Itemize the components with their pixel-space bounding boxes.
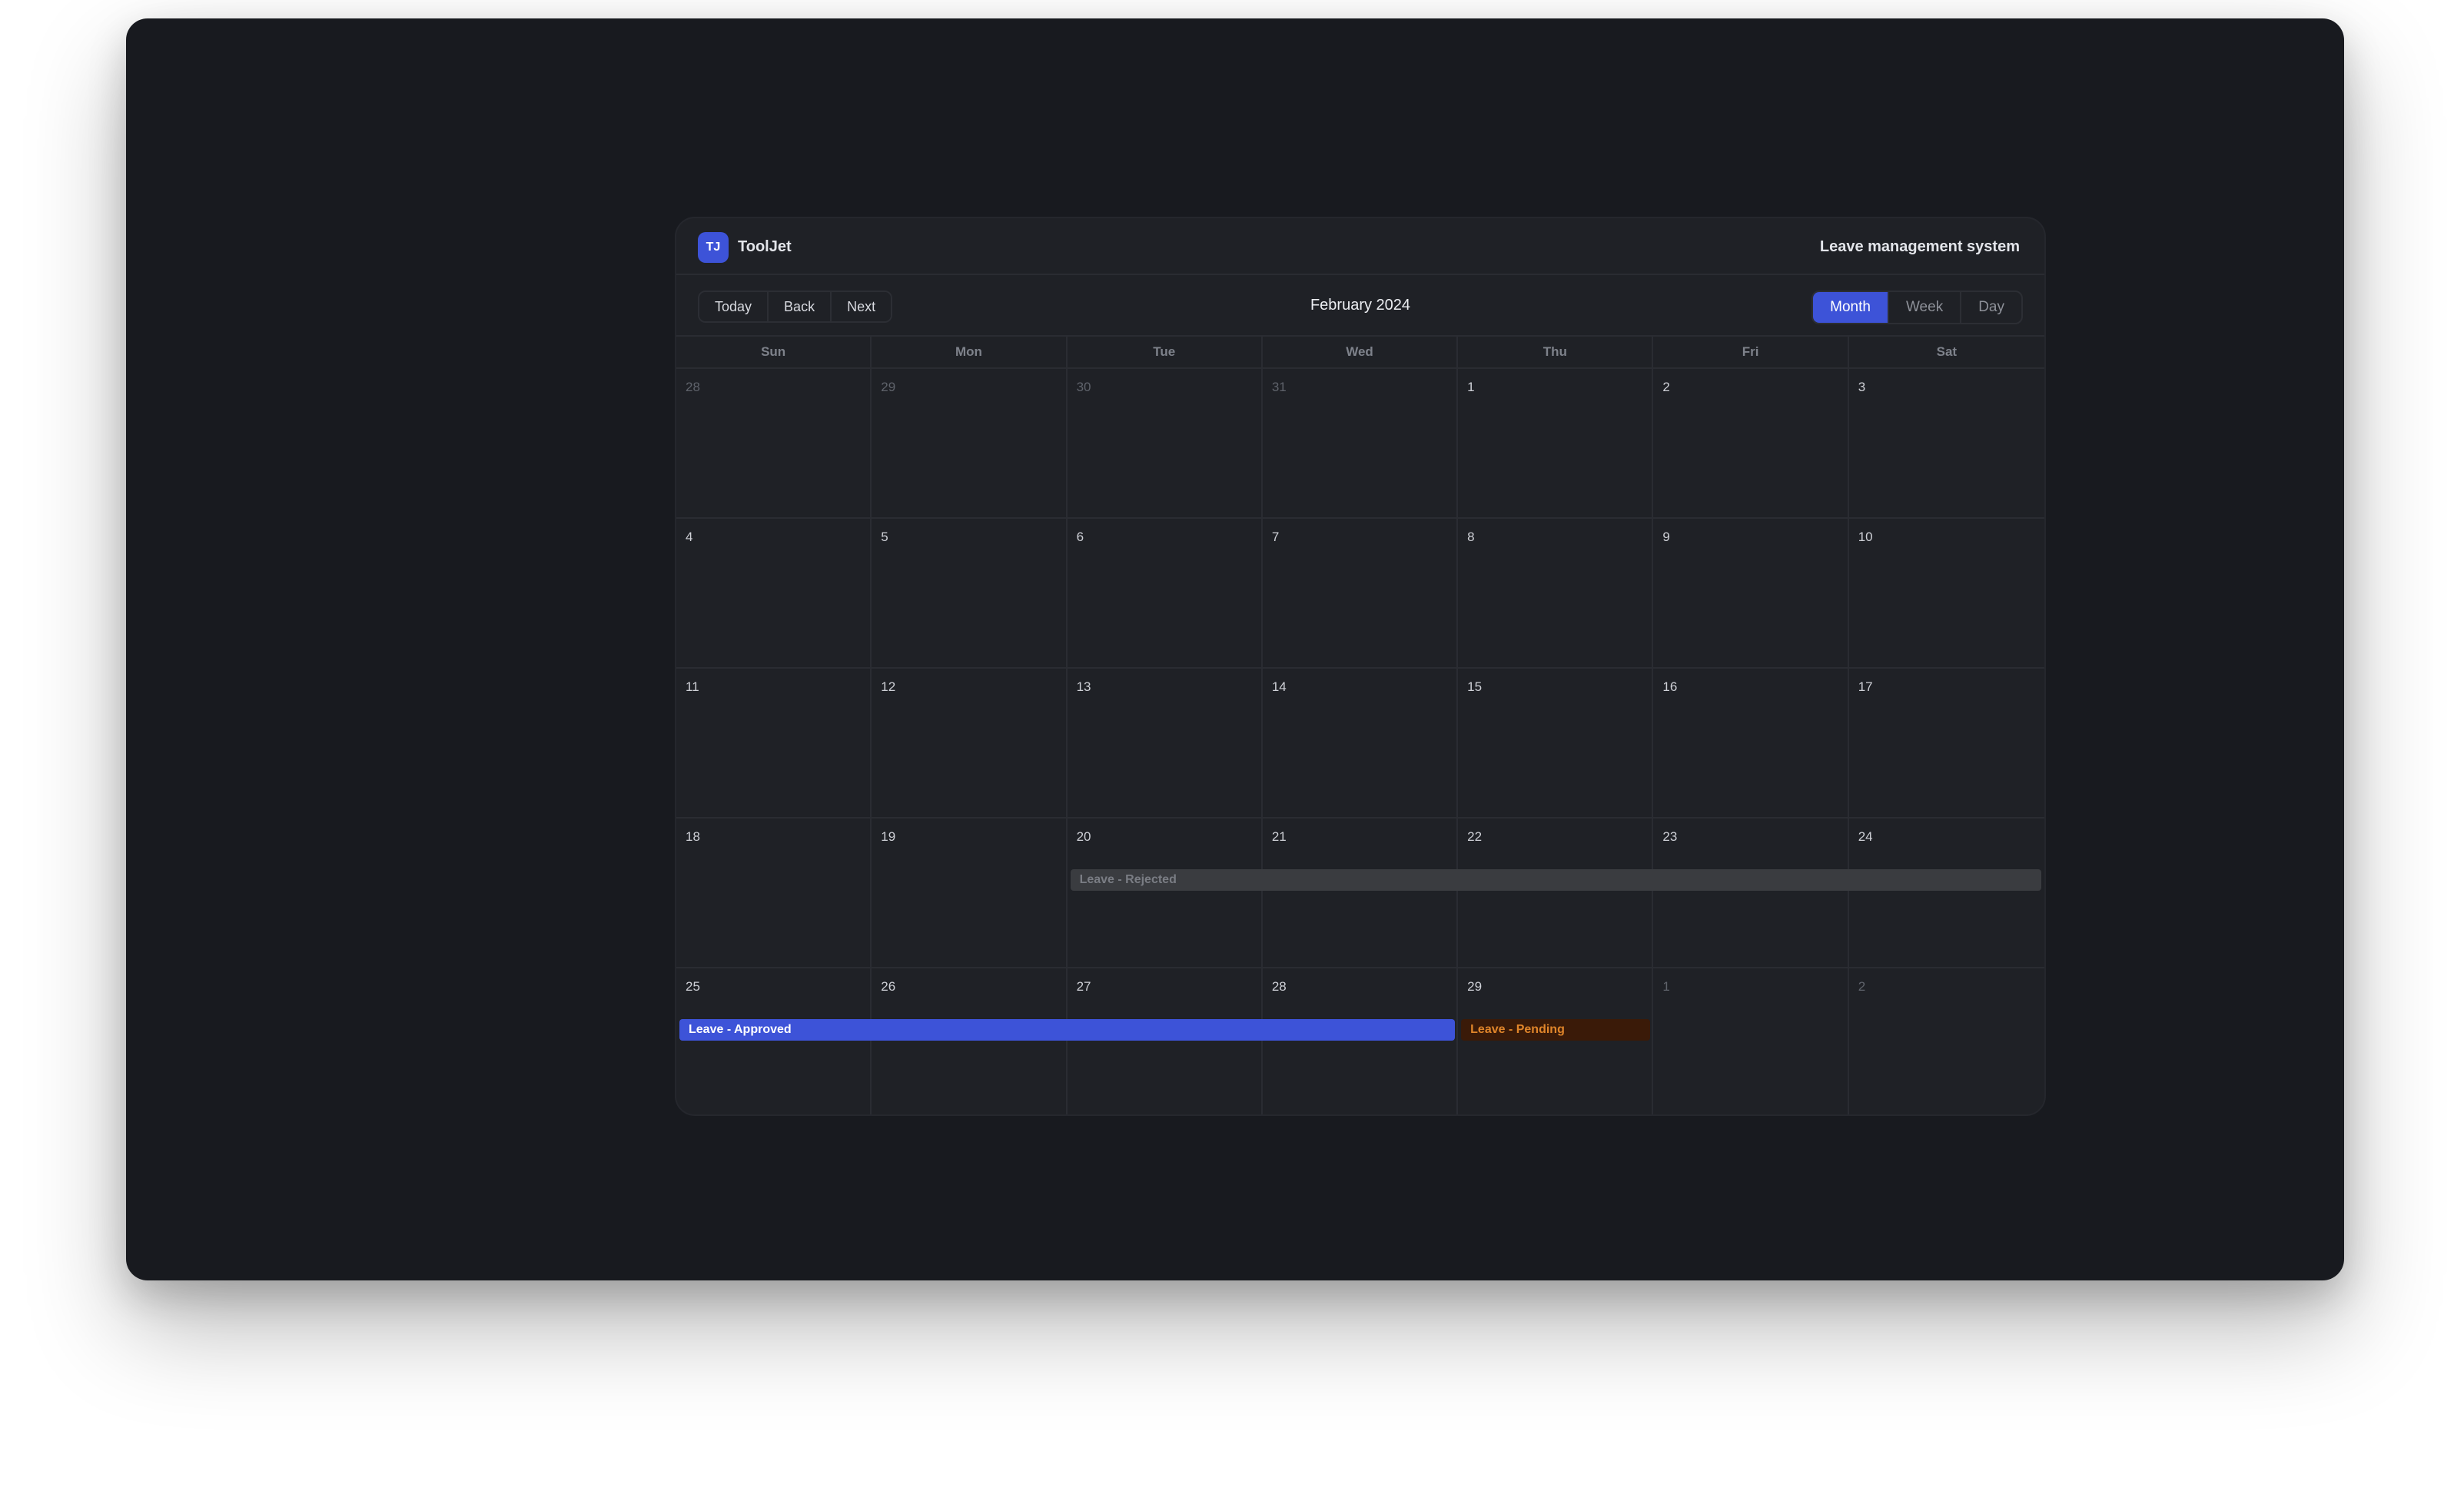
day-cell[interactable]: 13 [1068, 669, 1263, 817]
weekday-header-tue: Tue [1068, 337, 1263, 367]
day-number: 30 [1076, 380, 1091, 394]
day-number: 5 [881, 530, 888, 544]
day-number: 28 [1271, 979, 1287, 994]
day-cell[interactable]: 21 [1263, 819, 1459, 967]
day-number: 1 [1662, 979, 1670, 994]
page-title: Leave management system [1819, 238, 2020, 255]
day-cell[interactable]: 26 [872, 968, 1068, 1114]
day-number: 3 [1858, 380, 1866, 394]
day-number: 24 [1858, 829, 1873, 844]
weekday-header-sat: Sat [1936, 344, 1958, 359]
day-number: 20 [1076, 829, 1091, 844]
day-cell[interactable]: 15 [1458, 669, 1654, 817]
day-cell[interactable]: 29 [872, 369, 1068, 517]
weekday-header-sun: Sun [676, 337, 872, 367]
weekday-header-fri: Fri [1653, 337, 1849, 367]
day-cell[interactable]: 12 [872, 669, 1068, 817]
day-cell[interactable]: 11 [676, 669, 872, 817]
week-row: 25 26 27 28 29 1 2 [676, 968, 2044, 1114]
weekday-header-wed: Wed [1263, 337, 1459, 367]
weekday-header-thu: Thu [1458, 337, 1654, 367]
tooljet-logo-icon: TJ [698, 232, 729, 263]
day-number: 21 [1271, 829, 1287, 844]
day-cell[interactable]: 7 [1263, 519, 1459, 667]
day-cell[interactable]: 2 [1653, 369, 1849, 517]
day-number: 2 [1662, 380, 1670, 394]
week-row: 28 29 30 31 1 2 3 [676, 369, 2044, 519]
day-number: 2 [1858, 979, 1866, 994]
day-cell[interactable]: 16 [1653, 669, 1849, 817]
day-number: 11 [686, 679, 699, 694]
day-cell[interactable]: 14 [1263, 669, 1459, 817]
day-cell[interactable]: 17 [1849, 669, 2044, 817]
day-number: 19 [881, 829, 896, 844]
day-cell[interactable]: 10 [1849, 519, 2044, 667]
day-number: 9 [1662, 530, 1670, 544]
day-number: 28 [686, 380, 700, 394]
day-cell[interactable]: 29 [1458, 968, 1654, 1114]
day-number: 6 [1076, 530, 1084, 544]
event-leave-rejected[interactable]: Leave - Rejected [1070, 869, 2041, 891]
day-cell[interactable]: 19 [872, 819, 1068, 967]
day-number: 22 [1467, 829, 1483, 844]
day-cell[interactable]: 3 [1849, 369, 2044, 517]
day-number: 8 [1467, 530, 1475, 544]
brand-name: ToolJet [738, 238, 792, 255]
day-cell[interactable]: 1 [1458, 369, 1654, 517]
day-cell[interactable]: 28 [1263, 968, 1459, 1114]
day-cell[interactable]: 28 [676, 369, 872, 517]
calendar-toolbar: Today Back Next February 2024 Month Week… [676, 275, 2044, 335]
day-number: 12 [881, 679, 896, 694]
day-cell[interactable]: 24 [1849, 819, 2044, 967]
weeks-container: 28 29 30 31 1 2 3 4 5 6 7 8 9 10 11 12 13 14 15 16 17 18 19 20 2… [676, 369, 2044, 1114]
day-number: 7 [1271, 530, 1280, 544]
day-number: 1 [1467, 380, 1475, 394]
day-cell[interactable]: 6 [1068, 519, 1263, 667]
app-window: TJ ToolJet Leave management system Today… [126, 18, 2344, 1280]
day-number: 4 [686, 530, 693, 544]
day-cell[interactable]: 25 [676, 968, 872, 1114]
day-cell[interactable]: 20 [1068, 819, 1263, 967]
day-number: 15 [1467, 679, 1483, 694]
day-cell[interactable]: 1 [1653, 968, 1849, 1114]
day-number: 29 [881, 380, 896, 394]
day-number: 16 [1662, 679, 1678, 694]
week-row: 4 5 6 7 8 9 10 [676, 519, 2044, 669]
day-number: 29 [1467, 979, 1483, 994]
day-number: 25 [686, 979, 700, 994]
day-number: 18 [686, 829, 700, 844]
day-number: 13 [1076, 679, 1091, 694]
day-view-button[interactable]: Day [1961, 292, 2021, 323]
week-view-button[interactable]: Week [1889, 292, 1962, 323]
day-number: 26 [881, 979, 896, 994]
day-number: 14 [1271, 679, 1287, 694]
day-number: 10 [1858, 530, 1873, 544]
event-leave-approved[interactable]: Leave - Approved [679, 1019, 1456, 1041]
day-cell[interactable]: 23 [1653, 819, 1849, 967]
day-number: 23 [1662, 829, 1678, 844]
day-cell[interactable]: 2 [1849, 968, 2044, 1114]
day-cell[interactable]: 30 [1068, 369, 1263, 517]
calendar-app: TJ ToolJet Leave management system Today… [675, 217, 2046, 1116]
day-cell[interactable]: 4 [676, 519, 872, 667]
month-view-button[interactable]: Month [1813, 292, 1889, 323]
day-cell[interactable]: 27 [1068, 968, 1263, 1114]
event-leave-pending[interactable]: Leave - Pending [1461, 1019, 1651, 1041]
top-bar: TJ ToolJet Leave management system [676, 218, 2044, 275]
weekday-header-row: Sun Mon Tue Wed Thu Fri Sat [676, 335, 2044, 369]
day-number: 27 [1076, 979, 1091, 994]
day-cell[interactable]: 5 [872, 519, 1068, 667]
view-switcher: Month Week Day [1811, 291, 2023, 324]
week-row: 11 12 13 14 15 16 17 [676, 669, 2044, 819]
month-grid: Sun Mon Tue Wed Thu Fri Sat 28 29 30 31 1 2 3 4 5 6 7 8 9 1… [676, 335, 2044, 1114]
week-row: 18 19 20 21 22 23 24 [676, 819, 2044, 968]
day-cell[interactable]: 22 [1458, 819, 1654, 967]
day-cell[interactable]: 9 [1653, 519, 1849, 667]
day-cell[interactable]: 18 [676, 819, 872, 967]
weekday-header-mon: Mon [872, 337, 1068, 367]
day-number: 17 [1858, 679, 1873, 694]
day-cell[interactable]: 31 [1263, 369, 1459, 517]
day-cell[interactable]: 8 [1458, 519, 1654, 667]
day-number: 31 [1271, 380, 1287, 394]
